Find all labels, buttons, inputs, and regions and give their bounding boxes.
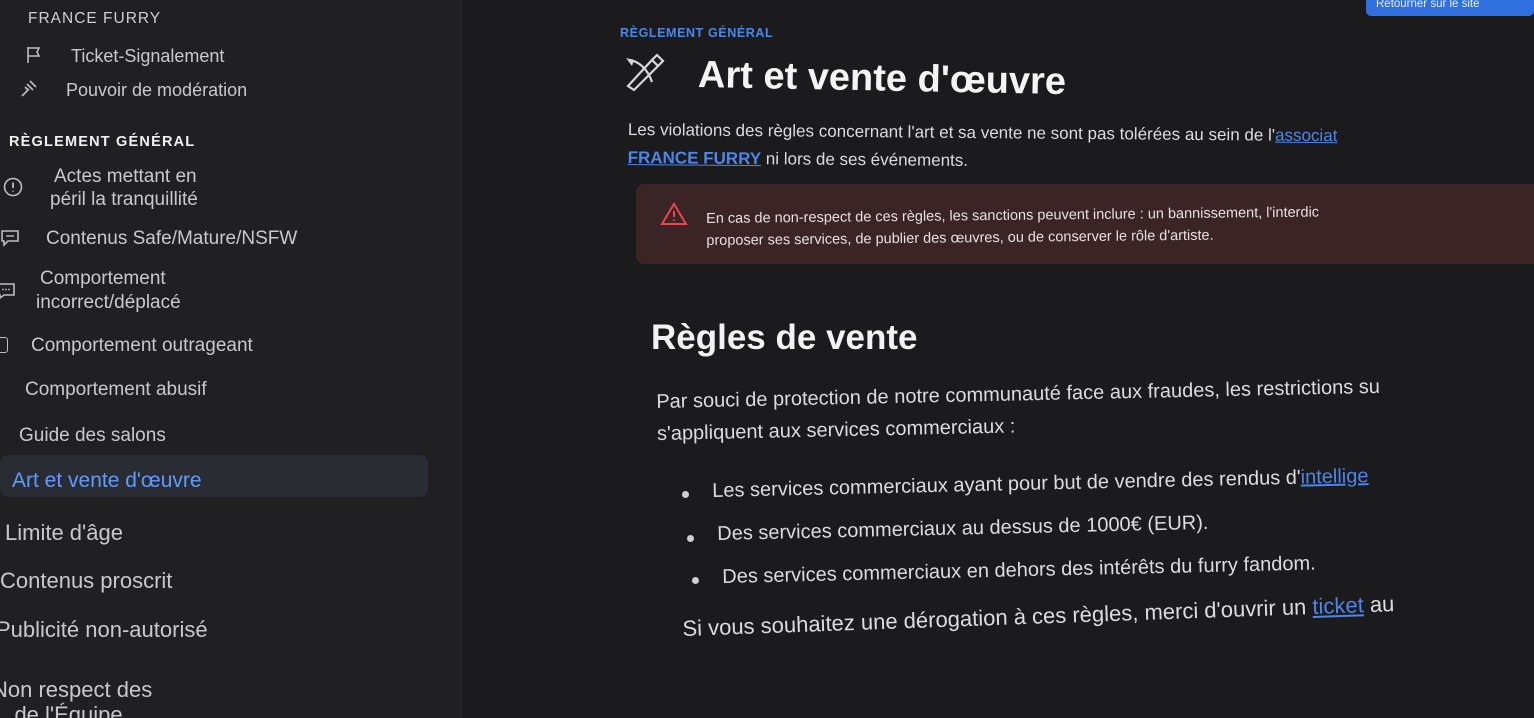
section-title: Règles de vente [651,318,918,357]
list-item-text: Des services commerciaux en dehors des i… [722,552,1316,588]
bullet-dot [682,491,689,498]
sidebar-item-label-line2: ... de l'Équipe [0,702,123,718]
breadcrumb[interactable]: RÈGLEMENT GÉNÉRAL [620,26,773,40]
alert-circle-icon [3,177,23,197]
warning-triangle-icon [660,202,688,225]
intro-text: Les violations des règles concernant l'a… [628,116,1338,178]
document-icon [0,337,8,353]
list-item-text: Les services commerciaux ayant pour but … [712,465,1369,503]
gavel-icon [21,80,37,97]
sidebar-item-limite-age[interactable]: Limite d'âge [5,520,123,546]
sidebar-divider [461,0,462,718]
page-title: Art et vente d'œuvre [697,54,1067,104]
alert-text: En cas de non-respect de ces règles, les… [706,202,1319,252]
ai-link[interactable]: intellige [1300,465,1368,489]
sidebar-item-label-line1: Comportement [40,268,166,289]
sidebar-item-publicite[interactable]: Publicité non-autorisé [0,617,208,643]
sidebar-item-label: Ticket-Signalement [71,46,225,66]
list-item-text: Des services commerciaux au dessus de 10… [717,511,1209,545]
flag-icon [27,47,41,63]
bullet-dot [687,535,694,542]
intro-line2: ni lors de ses événements. [761,149,969,170]
sidebar-item-label-line1: Actes mettant en [54,166,197,187]
sidebar-item-label-line1: Non respect des [0,677,153,702]
final-paragraph: Si vous souhaitez une dérogation à ces r… [682,591,1395,642]
sidebar-heading: RÈGLEMENT GÉNÉRAL [9,134,196,150]
chat-icon [1,230,19,247]
sanctions-alert: En cas de non-respect de ces règles, les… [636,184,1534,264]
sidebar-item-label-line2: incorrect/déplacé [36,292,181,313]
bullet-dot [692,577,699,584]
sidebar-section-title: FRANCE FURRY [28,10,162,27]
sidebar-item-label: Comportement abusif [25,379,207,400]
brush-pencil-icon [626,53,665,92]
ticket-link[interactable]: ticket [1312,592,1364,619]
sidebar-item-art-vente[interactable]: Art et vente d'œuvre [12,469,202,493]
sidebar: FRANCE FURRY Ticket-Signalement Pouvoir … [0,0,462,718]
sidebar-item-label-line2: péril la tranquillité [50,189,198,210]
sidebar-item-contenus-proscrit[interactable]: Contenus proscrit [0,568,172,594]
sidebar-item-label: Comportement outrageant [31,335,253,356]
france-furry-link[interactable]: FRANCE FURRY [628,148,762,168]
message-icon [0,283,15,299]
sidebar-item-guide-salons[interactable]: Guide des salons [19,425,166,447]
sidebar-item-label: Contenus Safe/Mature/NSFW [46,228,298,249]
intro-line1: Les violations des règles concernant l'a… [627,119,1276,145]
association-link[interactable]: associat [1275,126,1338,146]
list-item-label: Les services commerciaux ayant pour but … [712,466,1301,502]
final-text: Si vous souhaitez une dérogation à ces r… [682,594,1313,641]
section-paragraph: Par souci de protection de notre communa… [656,371,1381,450]
final-text-end: au [1363,591,1395,618]
return-to-site-button[interactable]: Retourner sur le site [1366,0,1534,16]
sidebar-item-label: Pouvoir de modération [66,80,248,100]
